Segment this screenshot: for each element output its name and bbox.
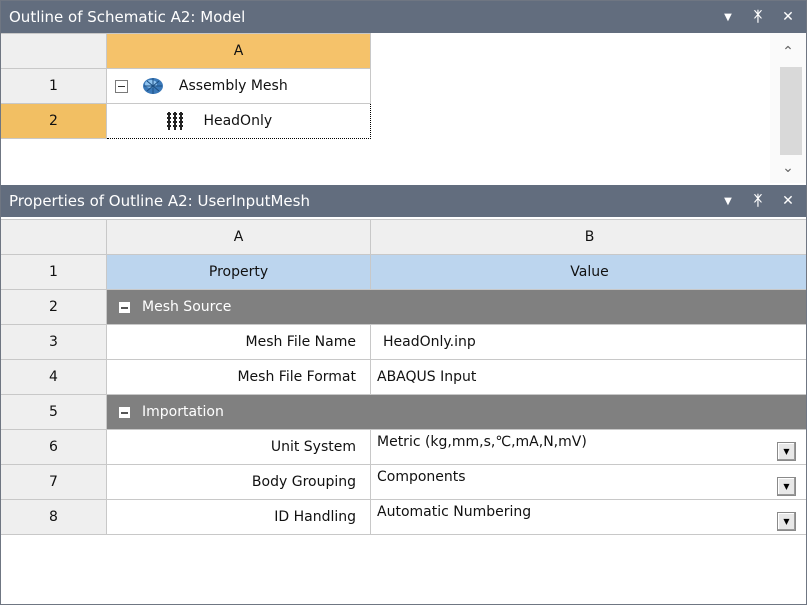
- table-row: 5 Importation: [1, 394, 806, 430]
- scrollbar-thumb[interactable]: [780, 67, 802, 155]
- table-row[interactable]: 7 Body Grouping Components ▼: [1, 464, 806, 500]
- properties-panel-title: Properties of Outline A2: UserInputMesh: [9, 192, 310, 210]
- table-row[interactable]: 4 Mesh File Format ABAQUS Input: [1, 359, 806, 395]
- id-handling-select[interactable]: Automatic Numbering ▼: [370, 499, 806, 535]
- properties-panel-titlebar: Properties of Outline A2: UserInputMesh …: [1, 185, 806, 217]
- properties-table: A B 1 Property Value 2 Mesh Source 3 Mes…: [1, 219, 806, 535]
- collapse-icon[interactable]: [119, 301, 130, 313]
- mesh-icon: [167, 112, 183, 130]
- group-importation[interactable]: Importation: [106, 394, 806, 430]
- dropdown-arrow-icon[interactable]: ▼: [716, 5, 740, 29]
- outline-header-corner: [1, 33, 107, 69]
- unit-system-value: Metric (kg,mm,s,℃,mA,N,mV): [377, 433, 587, 450]
- unit-system-select[interactable]: Metric (kg,mm,s,℃,mA,N,mV) ▼: [370, 429, 806, 465]
- app-frame: Outline of Schematic A2: Model ▼ ᛡ ✕ A 1…: [0, 0, 807, 605]
- id-handling-value: Automatic Numbering: [377, 503, 532, 520]
- tree-item-headonly[interactable]: HeadOnly: [106, 103, 371, 139]
- table-row[interactable]: 6 Unit System Metric (kg,mm,s,℃,mA,N,mV)…: [1, 429, 806, 465]
- outline-scrollbar[interactable]: ⌃ ⌄: [770, 33, 806, 183]
- properties-header-corner: [1, 219, 107, 255]
- group-label: Importation: [142, 404, 224, 420]
- outline-header-row: A: [1, 33, 371, 69]
- mesh-file-format-value[interactable]: ABAQUS Input: [370, 359, 806, 395]
- assembly-mesh-icon: [143, 78, 164, 94]
- outline-col-a-header[interactable]: A: [106, 33, 371, 69]
- dropdown-arrow-icon[interactable]: ▼: [777, 476, 796, 496]
- row-number: 4: [1, 359, 107, 395]
- dropdown-arrow-icon[interactable]: ▼: [777, 511, 796, 531]
- row-number: 6: [1, 429, 107, 465]
- table-row: 2 Mesh Source: [1, 289, 806, 325]
- row-number: 2: [1, 289, 107, 325]
- row-number: 5: [1, 394, 107, 430]
- close-icon[interactable]: ✕: [776, 5, 800, 29]
- value-column-label: Value: [370, 254, 806, 290]
- property-column-label: Property: [106, 254, 371, 290]
- group-mesh-source[interactable]: Mesh Source: [106, 289, 806, 325]
- outline-row[interactable]: 2 HeadOnly: [1, 103, 371, 139]
- tree-item-label: HeadOnly: [203, 113, 273, 129]
- dropdown-arrow-icon[interactable]: ▼: [777, 441, 796, 461]
- property-label: Unit System: [106, 429, 371, 465]
- property-label: ID Handling: [106, 499, 371, 535]
- outline-panel-title: Outline of Schematic A2: Model: [9, 8, 246, 26]
- property-label: Body Grouping: [106, 464, 371, 500]
- properties-col-b-header[interactable]: B: [370, 219, 806, 255]
- dropdown-arrow-icon[interactable]: ▼: [716, 189, 740, 213]
- outline-panel-titlebar: Outline of Schematic A2: Model ▼ ᛡ ✕: [1, 1, 806, 33]
- property-label: Mesh File Format: [106, 359, 371, 395]
- outline-table: A 1 Assembly Mesh 2 HeadOnly: [1, 33, 371, 139]
- close-icon[interactable]: ✕: [776, 189, 800, 213]
- scroll-down-icon[interactable]: ⌄: [770, 157, 806, 179]
- group-label: Mesh Source: [142, 299, 232, 315]
- row-number: 1: [1, 254, 107, 290]
- row-number: 1: [1, 68, 107, 104]
- tree-item-label: Assembly Mesh: [178, 78, 288, 94]
- collapse-icon[interactable]: [115, 79, 128, 93]
- property-label: Mesh File Name: [106, 324, 371, 360]
- outline-row[interactable]: 1 Assembly Mesh: [1, 68, 371, 104]
- table-row: 1 Property Value: [1, 254, 806, 290]
- table-row[interactable]: 3 Mesh File Name HeadOnly.inp: [1, 324, 806, 360]
- body-grouping-value: Components: [377, 468, 466, 485]
- scroll-up-icon[interactable]: ⌃: [770, 41, 806, 63]
- properties-col-a-header[interactable]: A: [106, 219, 371, 255]
- table-row[interactable]: 8 ID Handling Automatic Numbering ▼: [1, 499, 806, 535]
- body-grouping-select[interactable]: Components ▼: [370, 464, 806, 500]
- row-number: 2: [1, 103, 107, 139]
- tree-item-assembly-mesh[interactable]: Assembly Mesh: [106, 68, 371, 104]
- collapse-icon[interactable]: [119, 406, 130, 418]
- mesh-file-name-value[interactable]: HeadOnly.inp: [370, 324, 806, 360]
- row-number: 8: [1, 499, 107, 535]
- row-number: 3: [1, 324, 107, 360]
- pin-icon[interactable]: ᛡ: [746, 5, 770, 29]
- pin-icon[interactable]: ᛡ: [746, 189, 770, 213]
- row-number: 7: [1, 464, 107, 500]
- properties-header-row: A B: [1, 219, 806, 255]
